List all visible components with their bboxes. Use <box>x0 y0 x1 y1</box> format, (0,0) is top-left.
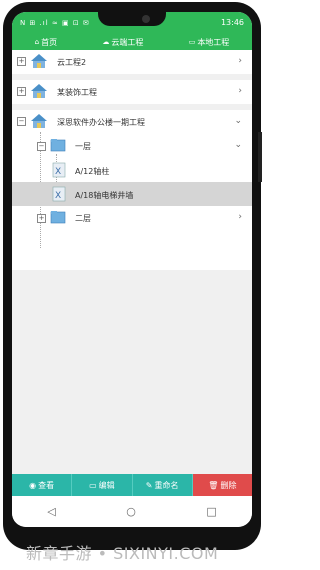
tree-row-project-2[interactable]: + 某装饰工程 › <box>12 80 252 104</box>
tree-group-project-3: − 深思软件办公楼一期工程 ⌄ − 一层 ⌄ X A/12轴柱 X A/18轴电… <box>12 110 252 270</box>
status-icons: N ⊞ .ıl ≈ ▣ ⊡ ✉ <box>20 19 90 27</box>
building-icon <box>31 54 47 68</box>
collapse-toggle[interactable]: − <box>37 142 46 151</box>
expand-toggle[interactable]: + <box>17 57 26 66</box>
svg-text:X: X <box>55 191 61 201</box>
tab-home[interactable]: ⌂ 首页 <box>35 37 57 48</box>
tree-row-project-3[interactable]: − 深思软件办公楼一期工程 ⌄ <box>12 110 252 134</box>
phone-frame: N ⊞ .ıl ≈ ▣ ⊡ ✉ 13:46 ⌂ 首页 ☁ 云端工程 ▭ 本地工程… <box>3 2 262 550</box>
file-label: A/18轴电梯井墙 <box>75 191 134 200</box>
project-label: 深思软件办公楼一期工程 <box>57 118 145 127</box>
svg-text:X: X <box>55 167 61 177</box>
status-time: 13:46 <box>220 18 244 27</box>
building-icon <box>31 84 47 98</box>
tree-row-floor-2[interactable]: + 二层 › <box>12 206 252 230</box>
floor-label: 二层 <box>75 214 91 223</box>
screen: N ⊞ .ıl ≈ ▣ ⊡ ✉ 13:46 ⌂ 首页 ☁ 云端工程 ▭ 本地工程… <box>12 12 252 527</box>
expand-toggle[interactable]: + <box>37 214 46 223</box>
back-icon[interactable]: ◁ <box>47 505 55 518</box>
top-nav: ⌂ 首页 ☁ 云端工程 ▭ 本地工程 <box>12 34 252 50</box>
home-icon: ⌂ <box>34 38 40 46</box>
trash-icon: 🗑 <box>208 480 219 490</box>
chevron-right-icon[interactable]: › <box>238 56 242 66</box>
delete-label: 删除 <box>220 480 237 490</box>
volume-button <box>258 132 262 182</box>
file-icon: X <box>52 186 66 202</box>
folder-icon: ▭ <box>188 38 196 46</box>
action-bar: ◉ 查看 ▭ 编辑 ✎ 重命名 🗑 删除 <box>12 474 252 496</box>
home-circle-icon[interactable]: ○ <box>126 505 136 518</box>
rename-button[interactable]: ✎ 重命名 <box>132 474 193 496</box>
folder-icon <box>50 139 66 152</box>
view-button[interactable]: ◉ 查看 <box>12 474 73 496</box>
delete-button[interactable]: 🗑 删除 <box>192 474 252 496</box>
project-label: 某装饰工程 <box>57 88 97 97</box>
edit-button[interactable]: ▭ 编辑 <box>72 474 133 496</box>
watermark: 新章手游 • SIXINYI.COM <box>26 544 219 563</box>
camera-icon <box>142 15 150 23</box>
tree-row-floor-1[interactable]: − 一层 ⌄ <box>12 134 252 158</box>
file-icon: X <box>52 162 66 178</box>
tab-local-projects[interactable]: ▭ 本地工程 <box>189 37 230 48</box>
tab-local-label: 本地工程 <box>197 37 230 47</box>
tree-row-project-1[interactable]: + 云工程2 › <box>12 50 252 74</box>
eye-icon: ◉ <box>29 480 37 490</box>
project-label: 云工程2 <box>57 58 87 67</box>
camera-notch <box>98 12 166 26</box>
tree-row-file-1[interactable]: X A/12轴柱 <box>12 158 252 182</box>
expand-toggle[interactable]: + <box>17 87 26 96</box>
cloud-icon: ☁ <box>102 38 110 46</box>
collapse-toggle[interactable]: − <box>17 117 26 126</box>
view-label: 查看 <box>38 480 55 490</box>
tab-home-label: 首页 <box>41 37 58 47</box>
recents-icon[interactable]: □ <box>206 505 216 518</box>
chevron-down-icon[interactable]: ⌄ <box>234 140 242 150</box>
rename-label: 重命名 <box>154 480 179 490</box>
tree-row-file-2-selected[interactable]: X A/18轴电梯井墙 <box>12 182 252 206</box>
folder-icon <box>50 211 66 224</box>
rename-icon: ✎ <box>145 480 153 490</box>
file-label: A/12轴柱 <box>75 167 110 176</box>
edit-icon: ▭ <box>89 480 97 490</box>
floor-label: 一层 <box>75 142 91 151</box>
chevron-right-icon[interactable]: › <box>238 212 242 222</box>
tab-cloud-label: 云端工程 <box>111 37 144 47</box>
edit-label: 编辑 <box>98 480 115 490</box>
building-icon <box>31 114 47 128</box>
chevron-down-icon[interactable]: ⌄ <box>234 116 242 126</box>
tab-cloud-projects[interactable]: ☁ 云端工程 <box>102 37 143 48</box>
chevron-right-icon[interactable]: › <box>238 86 242 96</box>
system-nav-bar: ◁ ○ □ <box>12 496 252 527</box>
